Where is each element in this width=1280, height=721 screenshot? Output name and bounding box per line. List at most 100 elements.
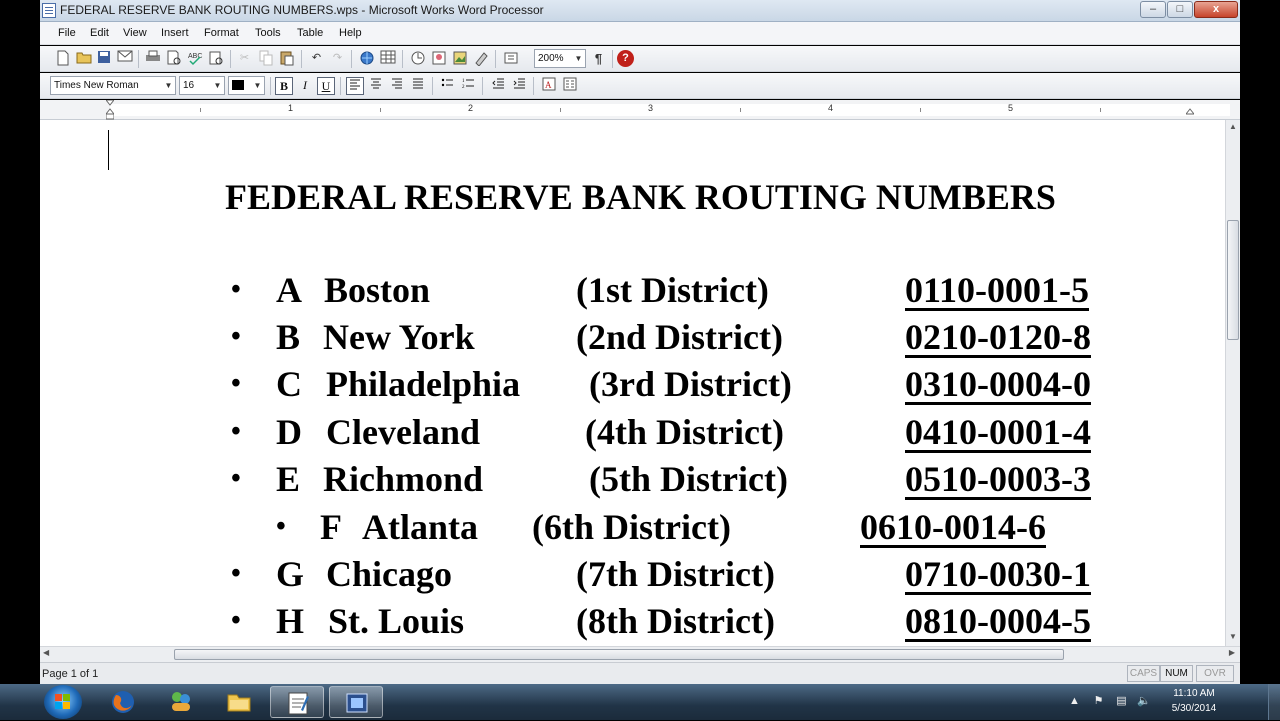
redo-icon[interactable]: ↷ <box>329 50 346 67</box>
hyperlink-globe-icon[interactable] <box>358 50 375 67</box>
taskbar-messenger[interactable] <box>154 686 208 718</box>
taskbar-recorder[interactable] <box>329 686 383 718</box>
show-formatting-marks-button[interactable]: ¶ <box>590 50 607 67</box>
align-left-button[interactable] <box>346 77 364 95</box>
zoom-select[interactable]: 200% ▼ <box>534 49 586 68</box>
vertical-scroll-thumb[interactable] <box>1227 220 1239 340</box>
help-question-icon[interactable]: ? <box>617 50 634 67</box>
print-icon[interactable] <box>144 50 161 67</box>
start-button[interactable] <box>44 685 82 719</box>
bullet: • <box>231 605 241 636</box>
chevron-down-icon: ▼ <box>253 81 262 90</box>
svg-text:ABC: ABC <box>188 53 202 60</box>
thesaurus-icon[interactable] <box>207 50 224 67</box>
save-icon[interactable] <box>95 50 112 67</box>
ruler-tick <box>920 108 921 112</box>
decrease-indent-button[interactable] <box>489 77 507 95</box>
clock-time[interactable]: 11:10 AM <box>1162 688 1226 699</box>
bold-button[interactable]: B <box>275 77 293 95</box>
vertical-scrollbar[interactable]: ▲ ▼ <box>1225 120 1240 646</box>
toolbar-separator <box>495 50 496 68</box>
messenger-people-icon <box>168 689 194 715</box>
menu-file[interactable]: File <box>58 27 76 39</box>
chevron-down-icon: ▼ <box>213 81 222 90</box>
scroll-left-icon[interactable]: ◀ <box>43 648 49 657</box>
paste-icon[interactable] <box>278 50 295 67</box>
menu-help[interactable]: Help <box>339 27 362 39</box>
district-label: (4th District) <box>585 412 784 452</box>
menu-format[interactable]: Format <box>204 27 239 39</box>
district-letter: H <box>276 601 305 641</box>
menu-insert[interactable]: Insert <box>161 27 189 39</box>
scroll-down-icon[interactable]: ▼ <box>1228 632 1238 644</box>
maximize-button[interactable]: □ <box>1167 1 1193 18</box>
close-button[interactable]: x <box>1194 1 1238 18</box>
font-dialog-icon[interactable]: A <box>540 77 558 95</box>
menu-table[interactable]: Table <box>297 27 323 39</box>
menu-edit[interactable]: Edit <box>90 27 109 39</box>
spell-check-icon[interactable]: ABC <box>186 50 203 67</box>
screen: FEDERAL RESERVE BANK ROUTING NUMBERS.wps… <box>0 0 1280 720</box>
align-center-button[interactable] <box>367 77 385 95</box>
taskbar-explorer[interactable] <box>212 686 266 718</box>
insert-picture-icon[interactable] <box>451 50 468 67</box>
underline-button[interactable]: U <box>317 77 335 95</box>
taskbar-works-word-processor[interactable] <box>270 686 324 718</box>
minimize-button[interactable]: – <box>1140 1 1166 18</box>
indent-marker-icon[interactable] <box>104 99 116 120</box>
cut-icon[interactable]: ✂ <box>236 50 253 67</box>
clock-date[interactable]: 5/30/2014 <box>1162 703 1226 714</box>
font-size-select[interactable]: 16 ▼ <box>179 76 225 95</box>
align-right-button[interactable] <box>388 77 406 95</box>
bullet: • <box>231 416 241 447</box>
font-name-select[interactable]: Times New Roman ▼ <box>50 76 176 95</box>
open-folder-icon[interactable] <box>75 50 92 67</box>
task-launcher-icon[interactable] <box>502 50 519 67</box>
title-bar[interactable]: FEDERAL RESERVE BANK ROUTING NUMBERS.wps… <box>40 0 1240 22</box>
ruler[interactable]: 1 2 3 4 5 <box>40 99 1240 120</box>
bullet: • <box>231 274 241 305</box>
new-document-icon[interactable] <box>54 50 71 67</box>
routing-number: 0510-0003-3 <box>905 459 1091 499</box>
copy-icon[interactable] <box>257 50 274 67</box>
video-film-icon <box>344 690 370 716</box>
ruler-number: 2 <box>468 103 474 113</box>
scroll-up-icon[interactable]: ▲ <box>1228 122 1238 134</box>
insert-drawing-icon[interactable] <box>472 50 489 67</box>
text-cursor <box>108 130 109 170</box>
undo-icon[interactable]: ↶ <box>308 50 325 67</box>
menu-view[interactable]: View <box>123 27 147 39</box>
routing-number: 0310-0004-0 <box>905 364 1091 404</box>
district-label: (1st District) <box>576 270 769 310</box>
chevron-down-icon: ▼ <box>574 54 583 63</box>
menu-tools[interactable]: Tools <box>255 27 281 39</box>
insert-spreadsheet-icon[interactable] <box>409 50 426 67</box>
right-indent-marker-icon[interactable] <box>1184 100 1196 120</box>
zoom-value: 200% <box>538 53 564 64</box>
show-desktop-button[interactable] <box>1268 684 1280 720</box>
numbering-button[interactable]: 12 <box>459 77 477 95</box>
increase-indent-button[interactable] <box>510 77 528 95</box>
works-notepad-icon <box>285 690 311 716</box>
insert-clipart-icon[interactable] <box>430 50 447 67</box>
network-icon[interactable]: ▤ <box>1115 695 1128 708</box>
italic-button[interactable]: I <box>296 77 314 95</box>
scroll-right-icon[interactable]: ▶ <box>1229 648 1235 657</box>
document-page[interactable]: FEDERAL RESERVE BANK ROUTING NUMBERS • A… <box>40 120 1225 646</box>
font-color-select[interactable]: ▼ <box>228 76 265 95</box>
insert-table-icon[interactable] <box>379 50 396 67</box>
horizontal-scrollbar[interactable]: ◀ ▶ <box>40 646 1240 662</box>
ruler-number: 1 <box>288 103 294 113</box>
email-icon[interactable] <box>116 50 133 67</box>
action-center-flag-icon[interactable]: ⚑ <box>1092 695 1105 708</box>
routing-number: 0710-0030-1 <box>905 554 1091 594</box>
columns-icon[interactable] <box>561 77 579 95</box>
city-name: Richmond <box>323 459 484 499</box>
taskbar-firefox[interactable] <box>96 686 150 718</box>
volume-icon[interactable]: 🔈 <box>1137 695 1151 708</box>
bullets-button[interactable] <box>438 77 456 95</box>
justify-button[interactable] <box>409 77 427 95</box>
show-hidden-icons-icon[interactable]: ▲ <box>1068 695 1081 708</box>
print-preview-icon[interactable] <box>165 50 182 67</box>
horizontal-scroll-thumb[interactable] <box>174 649 1064 660</box>
